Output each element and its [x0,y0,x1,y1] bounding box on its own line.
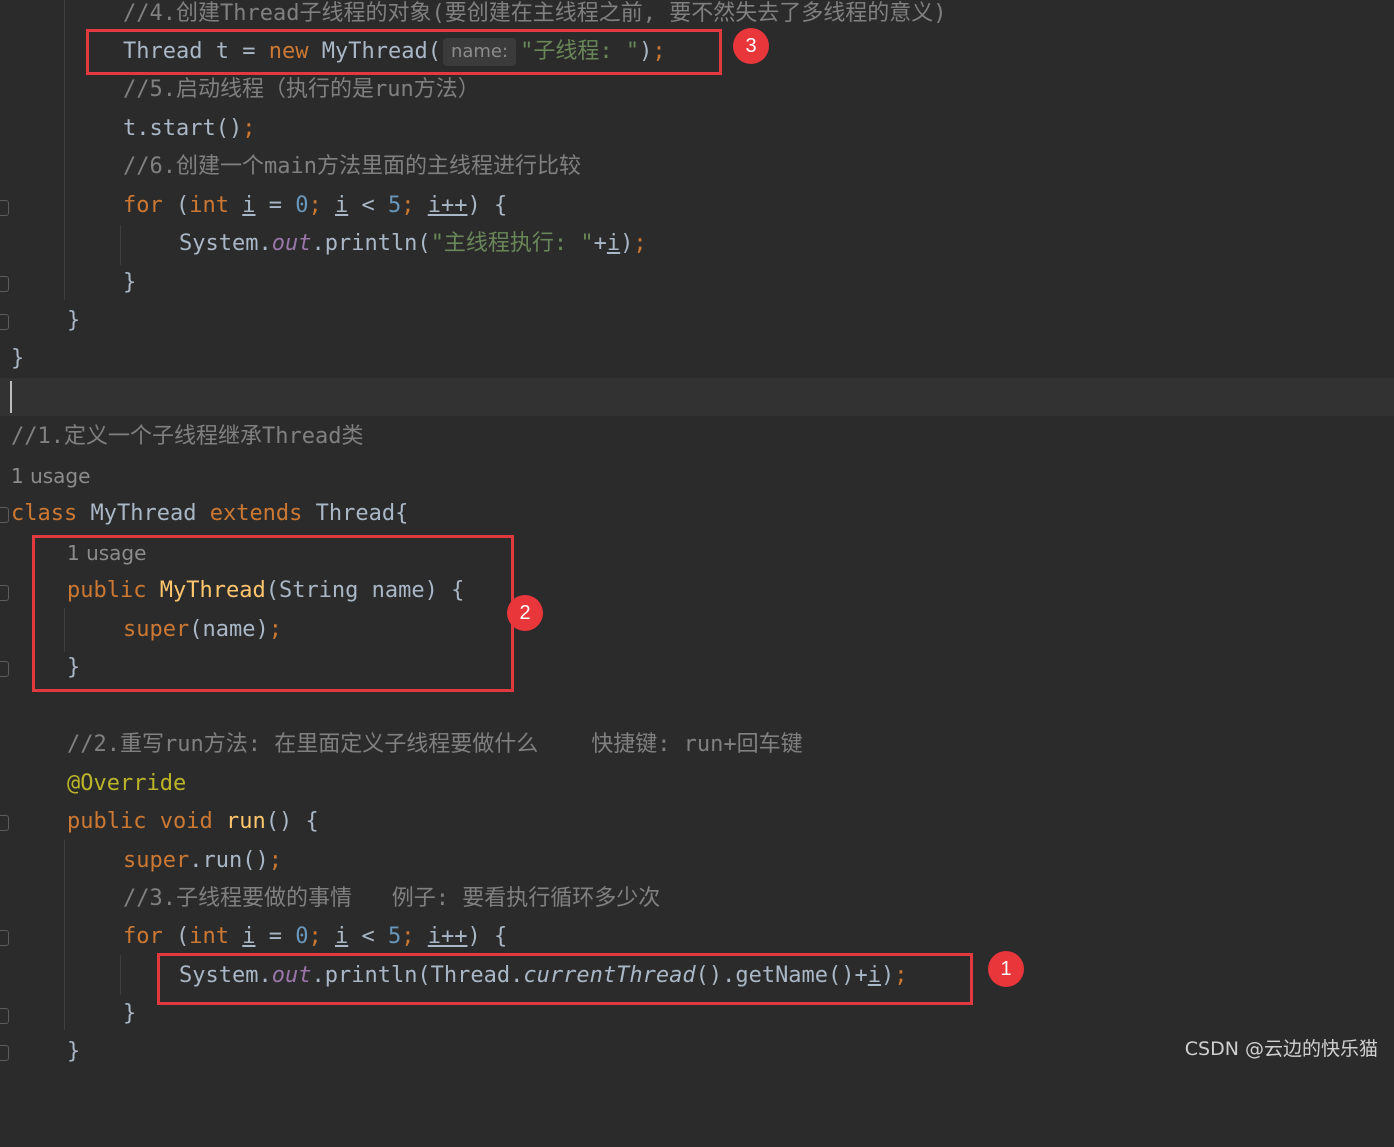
closing-brace: } [123,270,137,295]
semicolon: ; [401,924,415,949]
keyword-int: int [189,924,229,949]
closing-brace: } [11,346,25,371]
code-comment: //3.子线程要做的事情 例子: 要看执行循环多少次 [123,886,661,911]
increment-expression: i++ [427,924,468,949]
keyword-int: int [189,193,229,218]
semicolon: ; [308,193,322,218]
code-comment: //1.定义一个子线程继承Thread类 [11,424,364,449]
code-line[interactable]: public void run() { [0,803,1394,841]
operator: = [268,924,282,949]
keyword-super: super [123,848,190,873]
code-line[interactable]: System.out.println("主线程执行: "+i); [0,225,1394,263]
code-comment: //2.重写run方法: 在里面定义子线程要做什么 快捷键: run+回车键 [67,732,803,757]
badge-3: 3 [733,28,769,64]
paren-close: ) [620,231,634,256]
closing-brace: } [67,1039,81,1064]
keyword-void: void [159,809,213,834]
code-line[interactable]: for (int i = 0; i < 5; i++) { [0,918,1394,956]
code-line[interactable]: } [0,340,1394,378]
paren-open: ( [176,924,190,949]
paren-open: ( [176,193,190,218]
method-signature: () { [265,809,319,834]
method-println: .println( [311,231,431,256]
text-caret [10,381,12,413]
keyword-extends: extends [209,501,303,526]
method-call: .run() [189,848,269,873]
number-literal: 5 [388,924,402,949]
highlight-box-1 [157,953,973,1005]
watermark: CSDN @云边的快乐猫 [1184,1038,1378,1060]
semicolon: ; [242,116,256,141]
loop-variable: i [242,924,256,949]
parent-class: Thread{ [315,501,409,526]
closing-brace: } [67,308,81,333]
method-name-run: run [225,809,266,834]
highlight-box-3 [86,29,722,75]
loop-variable: i [335,193,349,218]
closing-brace: } [123,1001,137,1026]
paren-close-brace: ) { [467,924,508,949]
operator: < [361,193,375,218]
code-line[interactable]: @Override [0,765,1394,803]
keyword-for: for [123,924,163,949]
code-line[interactable]: } [0,302,1394,340]
number-literal: 0 [295,924,309,949]
code-line[interactable]: class MyThread extends Thread{ [0,495,1394,533]
badge-1: 1 [988,951,1024,987]
code-comment: //5.启动线程（执行的是run方法） [123,77,480,102]
current-line[interactable] [0,378,1394,416]
string-literal: "主线程执行: " [430,231,594,256]
code-line[interactable]: //6.创建一个main方法里面的主线程进行比较 [0,148,1394,186]
number-literal: 5 [388,193,402,218]
keyword-public: public [67,809,147,834]
operator: < [361,924,375,949]
loop-variable: i [242,193,256,218]
loop-variable: i [335,924,349,949]
class-system: System. [179,231,272,256]
badge-2: 2 [507,595,543,631]
class-name: MyThread [90,501,197,526]
method-call: t.start() [123,116,243,141]
code-line[interactable]: super.run(); [0,842,1394,880]
code-line[interactable]: t.start(); [0,110,1394,148]
semicolon: ; [401,193,415,218]
annotation-override: @Override [67,771,187,796]
keyword-class: class [11,501,78,526]
static-field: out [271,231,312,256]
code-comment: //4.创建Thread子线程的对象(要创建在主线程之前, 要不然失去了多线程的… [123,1,947,26]
semicolon: ; [308,924,322,949]
operator: + [593,231,607,256]
code-comment: //6.创建一个main方法里面的主线程进行比较 [123,154,581,179]
code-line[interactable]: } [0,264,1394,302]
operator: = [268,193,282,218]
code-line[interactable]: 1 usage [0,457,1394,495]
highlight-box-2 [32,535,514,692]
number-literal: 0 [295,193,309,218]
code-line[interactable]: //1.定义一个子线程继承Thread类 [0,418,1394,456]
code-line[interactable]: //3.子线程要做的事情 例子: 要看执行循环多少次 [0,880,1394,918]
semicolon: ; [268,848,282,873]
semicolon: ; [633,231,647,256]
code-line[interactable]: //5.启动线程（执行的是run方法） [0,71,1394,109]
keyword-for: for [123,193,163,218]
usage-hint[interactable]: 1 usage [11,464,90,488]
increment-expression: i++ [427,193,468,218]
paren-close-brace: ) { [467,193,508,218]
loop-variable: i [606,231,621,256]
code-line[interactable]: for (int i = 0; i < 5; i++) { [0,187,1394,225]
code-line[interactable]: //2.重写run方法: 在里面定义子线程要做什么 快捷键: run+回车键 [0,726,1394,764]
